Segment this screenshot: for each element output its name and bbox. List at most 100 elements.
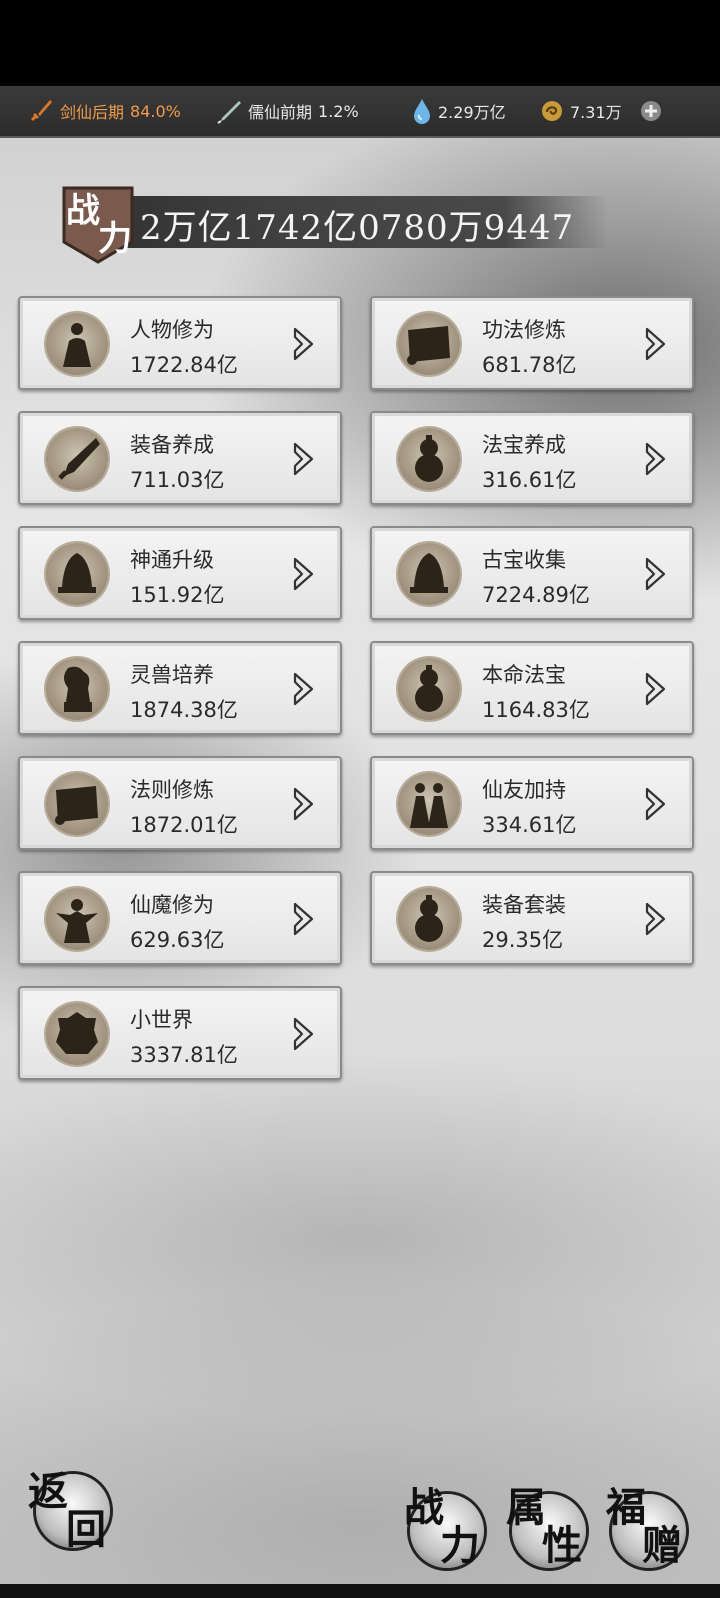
scroll-icon	[46, 773, 108, 835]
power-card[interactable]: 法宝养成 316.61亿	[370, 411, 694, 505]
chevron-right-icon[interactable]	[644, 671, 668, 707]
power-card[interactable]: 本命法宝 1164.83亿	[370, 641, 694, 735]
chevron-right-icon[interactable]	[292, 441, 316, 477]
demon-icon	[46, 888, 108, 950]
power-card[interactable]: 功法修炼 681.78亿	[370, 296, 694, 390]
chevron-right-icon[interactable]	[292, 671, 316, 707]
power-card-value: 1164.83亿	[482, 698, 590, 722]
power-card-value: 1874.38亿	[130, 698, 238, 722]
power-card-value: 629.63亿	[130, 928, 225, 952]
gold-value: 7.31万	[570, 103, 622, 122]
power-card-value: 316.61亿	[482, 468, 577, 492]
gourd-icon	[398, 888, 460, 950]
realm-primary-percent: 84.0%	[130, 101, 181, 121]
power-card-value: 681.78亿	[482, 353, 577, 377]
scroll-icon	[398, 313, 460, 375]
gold-amount[interactable]: 7.31万	[540, 86, 622, 136]
power-card[interactable]: 装备养成 711.03亿	[18, 411, 342, 505]
back-char-2: 回	[66, 1506, 106, 1553]
power-card[interactable]: 古宝收集 7224.89亿	[370, 526, 694, 620]
power-card-name: 装备养成	[130, 433, 214, 457]
spirit-stone-value: 2.29万亿	[438, 103, 506, 122]
power-card[interactable]: 小世界 3337.81亿	[18, 986, 342, 1080]
bell-icon	[46, 543, 108, 605]
power-card-name: 古宝收集	[482, 548, 566, 572]
tab-power-char-1: 战	[404, 1484, 444, 1531]
total-power-value: 2万亿1742亿0780万9447	[140, 208, 575, 248]
add-gold-button[interactable]	[640, 86, 662, 136]
tab-gift[interactable]: 福 赠	[606, 1488, 686, 1569]
power-card-name: 装备套装	[482, 893, 566, 917]
power-card[interactable]: 法则修炼 1872.01亿	[18, 756, 342, 850]
beast-icon	[46, 658, 108, 720]
chevron-right-icon[interactable]	[644, 786, 668, 822]
gourd-icon	[398, 428, 460, 490]
power-card-name: 法宝养成	[482, 433, 566, 457]
tab-attributes[interactable]: 属 性	[506, 1488, 586, 1569]
currency-bar: 剑仙后期 84.0% 儒仙前期 1.2% 2.29万亿 7.31万	[0, 86, 720, 138]
power-card[interactable]: 仙魔修为 629.63亿	[18, 871, 342, 965]
chevron-right-icon[interactable]	[644, 556, 668, 592]
tab-power-char-2: 力	[440, 1522, 480, 1569]
sword-icon	[28, 98, 54, 124]
power-card-name: 灵兽培养	[130, 663, 214, 687]
tab-attributes-char-1: 属	[506, 1484, 546, 1531]
realm-primary[interactable]: 剑仙后期 84.0%	[28, 86, 181, 136]
bottom-strip	[0, 1584, 720, 1598]
power-card-value: 334.61亿	[482, 813, 577, 837]
power-card-name: 法则修炼	[130, 778, 214, 802]
power-flag-char-b: 力	[98, 219, 132, 259]
chevron-right-icon[interactable]	[292, 901, 316, 937]
power-card-name: 本命法宝	[482, 663, 566, 687]
power-card-value: 1722.84亿	[130, 353, 238, 377]
power-card[interactable]: 灵兽培养 1874.38亿	[18, 641, 342, 735]
realm-secondary-label: 儒仙前期	[248, 103, 313, 122]
power-card-name: 仙魔修为	[130, 893, 214, 917]
power-card-value: 711.03亿	[130, 468, 225, 492]
total-power-banner: 战 力 2万亿1742亿0780万9447	[58, 184, 618, 264]
power-card-name: 神通升级	[130, 548, 214, 572]
bell-icon	[398, 543, 460, 605]
chevron-right-icon[interactable]	[644, 901, 668, 937]
plus-icon	[640, 100, 662, 122]
power-card-name: 功法修炼	[482, 318, 566, 342]
gourd-icon	[398, 658, 460, 720]
power-card-value: 29.35亿	[482, 928, 564, 952]
power-card[interactable]: 神通升级 151.92亿	[18, 526, 342, 620]
power-card-name: 仙友加持	[482, 778, 566, 802]
power-card-value: 3337.81亿	[130, 1043, 238, 1067]
power-card-value: 151.92亿	[130, 583, 225, 607]
back-button[interactable]: 返 回	[28, 1472, 110, 1553]
chevron-right-icon[interactable]	[292, 556, 316, 592]
back-char-1: 返	[28, 1468, 68, 1515]
brush-icon	[216, 98, 242, 124]
water-drop-icon	[412, 98, 432, 124]
realm-secondary-percent: 1.2%	[318, 101, 359, 121]
chevron-right-icon[interactable]	[644, 441, 668, 477]
figure-icon	[46, 313, 108, 375]
tab-power[interactable]: 战 力	[404, 1488, 484, 1569]
companions-icon	[398, 773, 460, 835]
power-card[interactable]: 人物修为 1722.84亿	[18, 296, 342, 390]
power-card-name: 人物修为	[130, 318, 214, 342]
tab-gift-char-1: 福	[606, 1484, 646, 1531]
power-card-value: 7224.89亿	[482, 583, 590, 607]
power-flag: 战 力	[58, 184, 138, 264]
power-flag-char-a: 战	[66, 191, 100, 231]
power-card-name: 小世界	[130, 1008, 193, 1032]
weapon-icon	[46, 428, 108, 490]
spirit-stone-amount[interactable]: 2.29万亿	[412, 86, 506, 136]
coin-icon	[540, 99, 564, 123]
realm-primary-label: 剑仙后期	[60, 103, 125, 122]
chevron-right-icon[interactable]	[292, 1016, 316, 1052]
realm-secondary[interactable]: 儒仙前期 1.2%	[216, 86, 359, 136]
world-icon	[46, 1003, 108, 1065]
tab-attributes-char-2: 性	[542, 1522, 582, 1569]
chevron-right-icon[interactable]	[292, 326, 316, 362]
power-card[interactable]: 仙友加持 334.61亿	[370, 756, 694, 850]
chevron-right-icon[interactable]	[644, 326, 668, 362]
tab-gift-char-2: 赠	[642, 1522, 682, 1569]
chevron-right-icon[interactable]	[292, 786, 316, 822]
power-card[interactable]: 装备套装 29.35亿	[370, 871, 694, 965]
power-card-value: 1872.01亿	[130, 813, 238, 837]
